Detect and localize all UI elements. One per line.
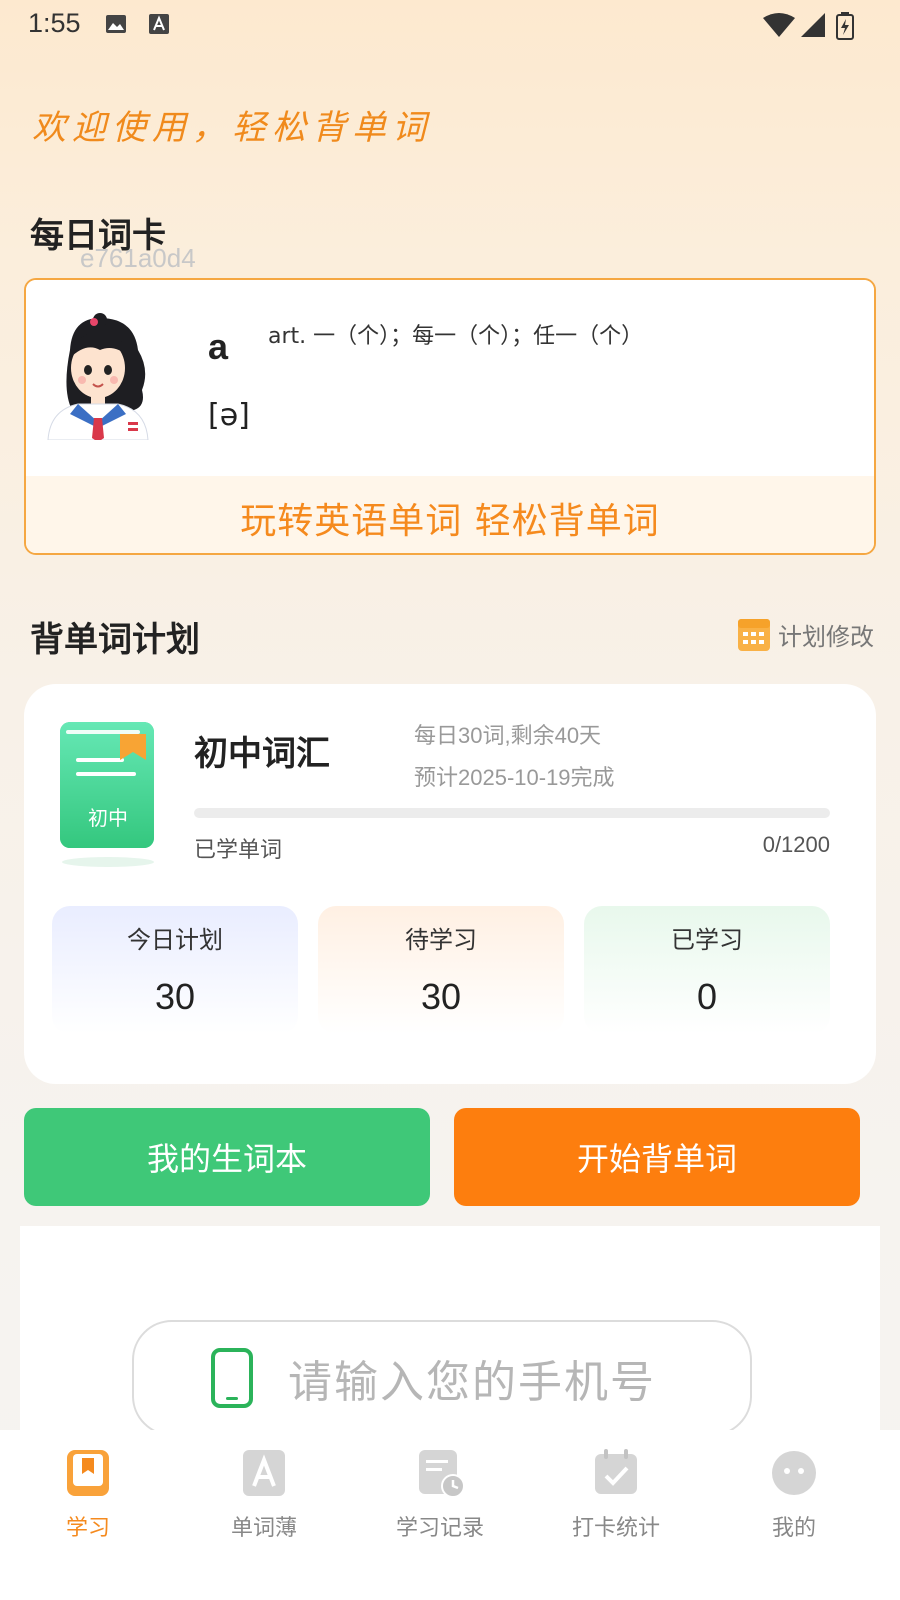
plan-section-title: 背单词计划 (30, 620, 200, 660)
book-cover-icon: 初中 (60, 722, 154, 867)
plan-card: 初中 初中词汇 每日30词,剩余40天 预计2025-10-19完成 已学单词 … (24, 684, 876, 1084)
learned-words-count: 0/1200 (762, 832, 830, 857)
plan-edit-label: 计划修改 (778, 622, 874, 651)
bottom-nav: 学习 单词薄 学习记录 打卡统计 我的 (0, 1430, 900, 1600)
letter-a-icon (243, 1450, 285, 1496)
start-learning-button[interactable]: 开始背单词 (454, 1108, 860, 1206)
welcome-banner: 欢迎使用，轻松背单词 (32, 108, 432, 148)
student-avatar-illustration (47, 313, 149, 440)
nav-item-wordbook[interactable]: 单词薄 (204, 1448, 324, 1542)
battery-icon (836, 12, 854, 40)
learned-words-label: 已学单词 (194, 838, 283, 863)
book-cover-label: 初中 (88, 806, 128, 830)
nav-label: 打卡统计 (571, 1516, 660, 1541)
daily-word: a (208, 326, 229, 367)
stat-learned: 已学习 0 (584, 906, 830, 1034)
login-panel: 请输入您的手机号 (20, 1226, 880, 1436)
nav-label: 学习记录 (395, 1516, 484, 1541)
signal-icon (801, 13, 825, 37)
stat-today-plan: 今日计划 30 (52, 906, 298, 1034)
text-notification-icon (149, 14, 169, 34)
vocab-book-button[interactable]: 我的生词本 (24, 1108, 430, 1206)
plan-edit-button[interactable]: 计划修改 (738, 616, 874, 652)
nav-item-checkin[interactable]: 打卡统计 (556, 1448, 676, 1542)
phone-input[interactable]: 请输入您的手机号 (132, 1320, 752, 1436)
stat-label: 已学习 (671, 926, 743, 954)
plan-daily-info: 每日30词,剩余40天 (414, 723, 602, 748)
nav-label: 我的 (771, 1516, 816, 1541)
calendar-check-icon (595, 1449, 637, 1494)
phone-input-placeholder: 请输入您的手机号 (288, 1357, 656, 1408)
word-card-slogan: 玩转英语单词 轻松背单词 (240, 501, 660, 542)
stat-value: 30 (154, 976, 196, 1017)
learning-progress-bar (194, 808, 830, 818)
daily-word-meaning: art. 一（个）；每一（个）；任一（个） (268, 324, 644, 349)
plan-eta-info: 预计2025-10-19完成 (414, 765, 615, 790)
nav-item-study[interactable]: 学习 (28, 1448, 148, 1542)
calendar-icon (738, 619, 770, 651)
wifi-icon (763, 13, 795, 37)
book-name: 初中词汇 (194, 734, 330, 774)
word-card-footer: 玩转英语单词 轻松背单词 (26, 476, 874, 553)
status-time: 1:55 (28, 8, 81, 38)
stat-label: 今日计划 (127, 926, 223, 954)
stat-value: 0 (696, 976, 718, 1017)
nav-item-profile[interactable]: 我的 (734, 1448, 854, 1542)
stat-label: 待学习 (405, 926, 477, 954)
book-icon (67, 1450, 109, 1496)
word-card-body: a art. 一（个）；每一（个）；任一（个） [ə] (26, 280, 874, 476)
daily-word-phonetic: [ə] (208, 398, 250, 433)
nav-label: 学习 (65, 1516, 110, 1541)
phone-icon (211, 1348, 253, 1408)
record-icon (419, 1450, 465, 1498)
nav-label: 单词薄 (230, 1516, 297, 1541)
stat-value: 30 (420, 976, 462, 1017)
daily-word-card[interactable]: a art. 一（个）；每一（个）；任一（个） [ə] 玩转英语单词 轻松背单词 (24, 278, 876, 555)
profile-icon (772, 1451, 816, 1495)
daily-card-subtitle: e761a0d4 (80, 243, 196, 273)
image-notification-icon (106, 15, 126, 33)
status-bar: 1:55 (0, 0, 900, 50)
nav-item-records[interactable]: 学习记录 (380, 1448, 500, 1542)
stat-pending: 待学习 30 (318, 906, 564, 1034)
